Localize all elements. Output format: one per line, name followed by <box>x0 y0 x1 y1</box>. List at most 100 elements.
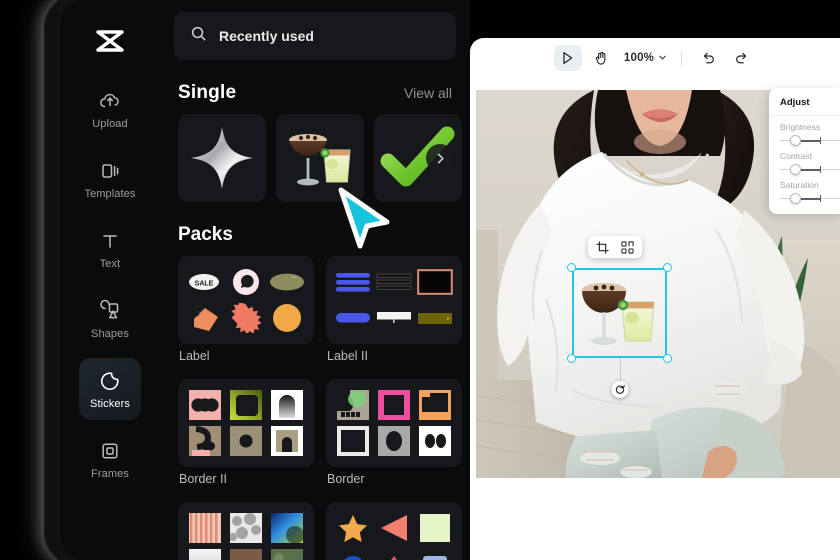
resize-handle-top-right[interactable] <box>663 263 672 272</box>
pack-cell <box>334 548 372 560</box>
undo-button[interactable] <box>694 45 722 71</box>
packs-grid: SALE Label Label II Border II Border <box>178 256 462 560</box>
redo-button[interactable] <box>728 45 756 71</box>
pack-cell <box>227 266 265 298</box>
search-value: Recently used <box>219 28 314 44</box>
resize-handle-bottom-right[interactable] <box>663 354 672 363</box>
adjust-panel-title: Adjust <box>780 97 810 108</box>
contrast-label: Contrast <box>780 151 813 161</box>
hand-pan-tool[interactable] <box>588 45 616 71</box>
pack-card-label[interactable]: SALE <box>178 256 314 344</box>
pack-cell <box>186 389 224 421</box>
pack-cell: SALE <box>186 266 224 298</box>
slider-tick <box>820 166 822 173</box>
pack-cell <box>416 425 454 457</box>
sidebar-item-label: Shapes <box>91 327 129 340</box>
pack-card-border-ii[interactable] <box>178 379 314 467</box>
pack-cell <box>186 512 224 544</box>
zoom-level-value: 100% <box>623 52 655 64</box>
packs-section-title: Packs <box>178 224 233 245</box>
pack-cell <box>334 266 372 298</box>
pack-card-texture[interactable] <box>178 502 314 560</box>
pack-cell <box>375 389 413 421</box>
pack-label: Label <box>179 349 210 363</box>
editor-canvas-area: 100% Adjust Brightness Contrast Saturati… <box>470 38 840 560</box>
resize-handle-bottom-left[interactable] <box>567 354 576 363</box>
single-section-header: Single View all <box>178 82 452 104</box>
single-section-title: Single <box>178 82 237 103</box>
cloud-upload-icon <box>98 89 122 113</box>
saturation-slider[interactable] <box>780 193 840 204</box>
pack-cell <box>416 512 454 544</box>
selection-float-toolbar <box>588 236 642 258</box>
pack-cell <box>375 302 413 334</box>
resize-handle-top-left[interactable] <box>567 263 576 272</box>
slider-knob[interactable] <box>790 135 801 146</box>
pack-cell <box>416 266 454 298</box>
sticker-thumb-cocktails[interactable] <box>276 114 364 202</box>
view-all-link[interactable]: View all <box>404 85 452 101</box>
pack-label: Label II <box>327 349 369 363</box>
chevron-down-icon <box>658 49 667 67</box>
sidebar-item-frames[interactable]: Frames <box>79 428 141 490</box>
pack-cell <box>227 548 265 560</box>
sidebar-item-stickers[interactable]: Stickers <box>79 358 141 420</box>
pack-card-label-ii[interactable] <box>326 256 462 344</box>
pack-cell <box>416 389 454 421</box>
pack-cell <box>268 389 306 421</box>
saturation-label: Saturation <box>780 180 819 190</box>
pack-cell <box>334 389 372 421</box>
selection-edge-right <box>665 268 667 358</box>
slider-knob[interactable] <box>790 193 801 204</box>
pack-cell <box>334 302 372 334</box>
pack-label: Border <box>327 472 365 486</box>
select-arrow-tool[interactable] <box>553 45 582 71</box>
sidebar-item-label: Frames <box>91 467 129 480</box>
pack-cell <box>186 548 224 560</box>
stickers-panel: Recently used Single View all Packs SALE… <box>160 0 470 560</box>
zoom-selector[interactable]: 100% <box>622 49 669 67</box>
sticker-icon <box>98 369 122 393</box>
sidebar-item-label: Stickers <box>90 397 130 410</box>
pack-cell <box>186 302 224 334</box>
pack-cell <box>268 266 306 298</box>
pack-cell <box>268 425 306 457</box>
rotate-stem <box>619 358 621 382</box>
frames-icon <box>98 439 122 463</box>
sticker-selection-box[interactable] <box>567 263 672 398</box>
slider-knob[interactable] <box>790 164 801 175</box>
sidebar-item-shapes[interactable]: Shapes <box>79 288 141 350</box>
templates-icon <box>98 159 122 183</box>
pack-cell <box>227 302 265 334</box>
svg-text:SALE: SALE <box>195 280 214 287</box>
search-icon <box>190 25 207 47</box>
capcut-logo-icon[interactable] <box>87 18 133 64</box>
brightness-slider[interactable] <box>780 135 840 146</box>
sidebar-item-upload[interactable]: Upload <box>79 78 141 140</box>
brightness-label: Brightness <box>780 122 821 132</box>
crop-icon[interactable] <box>596 240 609 254</box>
pack-cell <box>334 512 372 544</box>
pack-cell <box>334 425 372 457</box>
rotate-icon[interactable] <box>611 381 628 398</box>
placed-cocktail-sticker <box>582 283 655 345</box>
sticker-thumb-star[interactable] <box>178 114 266 202</box>
contrast-slider[interactable] <box>780 164 840 175</box>
pack-cell <box>227 389 265 421</box>
app-root: Upload Templates Text Shapes Stickers Fr… <box>0 0 840 560</box>
pack-card-border[interactable] <box>326 379 462 467</box>
slider-tick <box>820 137 822 144</box>
pack-cell <box>375 512 413 544</box>
adjust-panel: Adjust Brightness Contrast Saturation <box>769 88 840 214</box>
search-input[interactable]: Recently used <box>174 12 456 60</box>
pack-cell <box>375 548 413 560</box>
pack-cell <box>375 425 413 457</box>
pack-cell <box>227 425 265 457</box>
selection-edge-top <box>572 268 667 270</box>
sidebar-item-text[interactable]: Text <box>79 218 141 280</box>
carousel-next-button[interactable] <box>426 144 454 172</box>
qr-code-icon[interactable] <box>621 240 634 254</box>
pack-card-shapes[interactable] <box>326 502 462 560</box>
toolbar-divider <box>681 50 683 66</box>
sidebar-item-templates[interactable]: Templates <box>79 148 141 210</box>
